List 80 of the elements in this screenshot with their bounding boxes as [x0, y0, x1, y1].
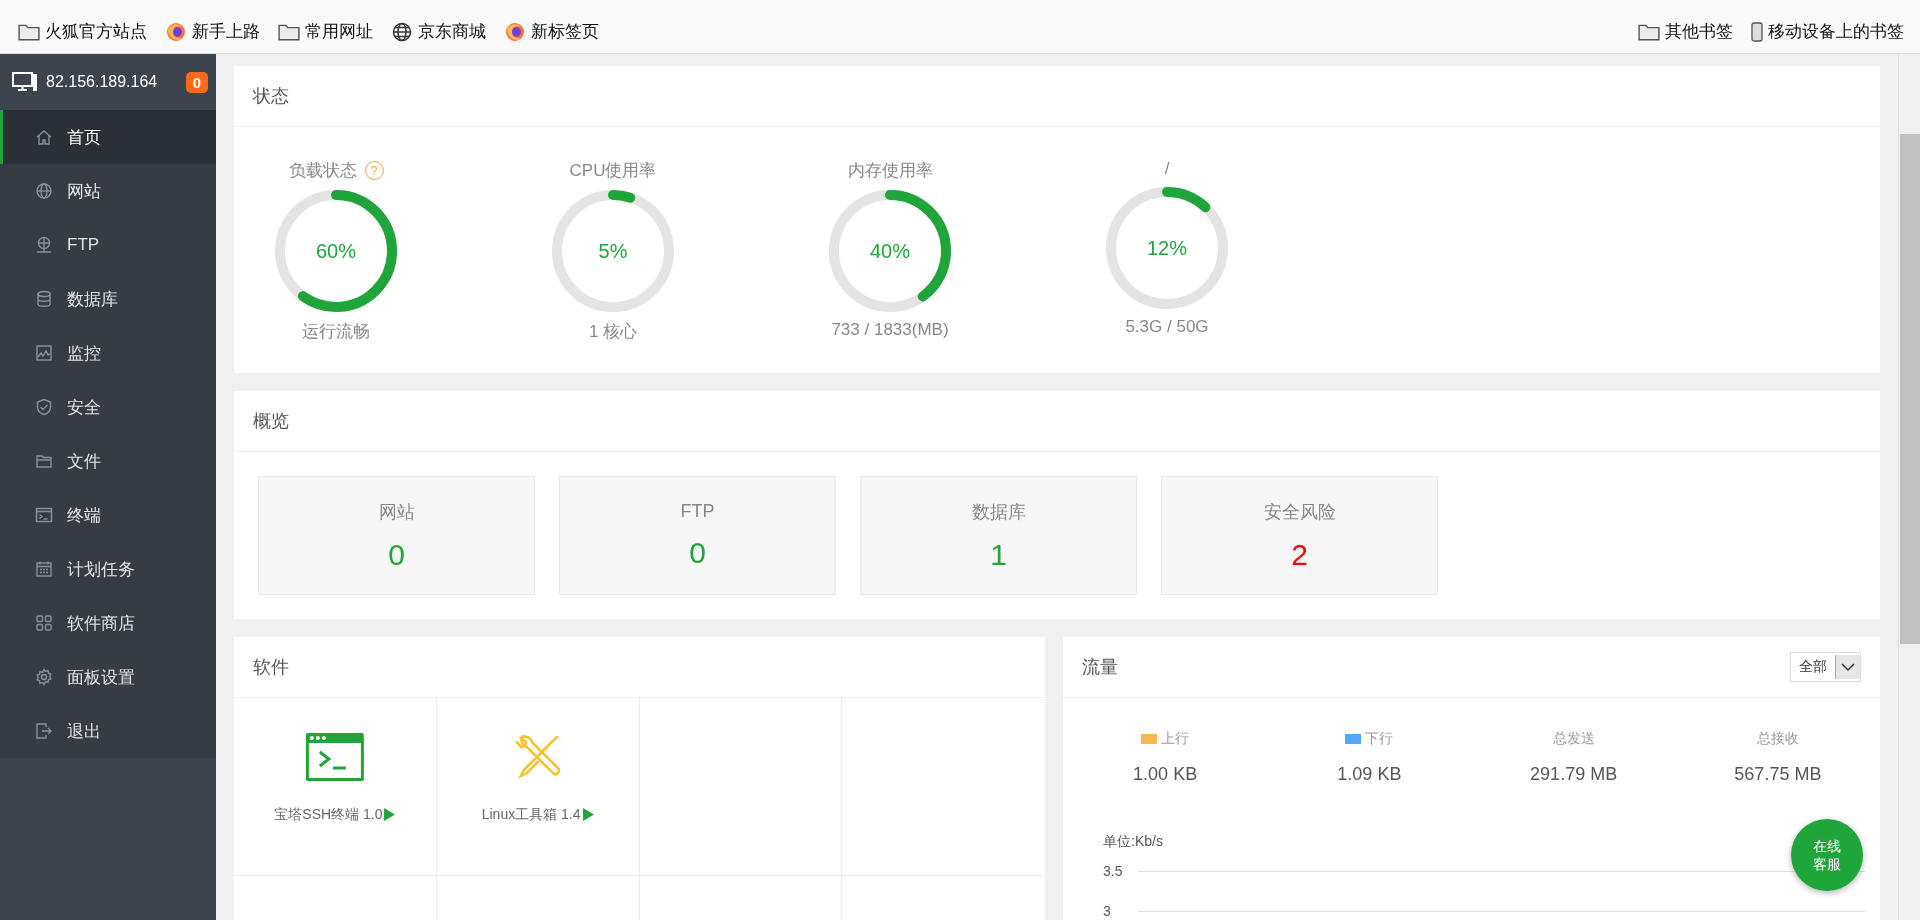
plugin-name[interactable]: Linux工具箱 1.4	[481, 806, 581, 824]
stat-label: 下行	[1365, 730, 1394, 748]
tile-count: 0	[689, 536, 706, 570]
computer-icon	[12, 72, 38, 92]
grid-icon	[35, 614, 53, 632]
bookmark-link[interactable]: 新标签页	[502, 17, 601, 46]
play-icon[interactable]	[384, 808, 396, 821]
stat-value: 1.09 KB	[1337, 764, 1402, 785]
bookmark-link[interactable]: 火狐官方站点	[16, 17, 149, 46]
filter-dropdown[interactable]: 全部	[1790, 652, 1861, 682]
sidebar-item[interactable]: 面板设置	[0, 650, 216, 704]
bookmark-link[interactable]: 京东商城	[389, 17, 488, 46]
sidebar-item[interactable]: FTP	[0, 218, 216, 272]
gauge-caption: 5.3G / 50G	[1125, 317, 1209, 337]
axis-tick-label: 3.5	[1103, 863, 1124, 879]
folder-icon	[35, 452, 53, 470]
tile-label: 网站	[378, 500, 415, 524]
tile-count: 2	[1291, 537, 1308, 572]
gauge-title: /	[1164, 159, 1170, 179]
calendar-icon	[35, 560, 53, 578]
gauge-caption: 运行流畅	[302, 321, 370, 343]
ftp-icon	[35, 236, 53, 254]
home-icon	[35, 128, 53, 146]
gauge-title: 内存使用率	[847, 160, 933, 182]
terminal-icon	[35, 506, 53, 524]
stat-value: 291.79 MB	[1530, 764, 1618, 785]
sidebar-item[interactable]: 退出	[0, 704, 216, 758]
exit-icon	[35, 722, 53, 740]
tile-label: 数据库	[971, 500, 1026, 524]
server-address: 82.156.189.164	[46, 73, 159, 91]
section-title: 概览	[234, 391, 1880, 452]
scrollbar[interactable]	[1898, 54, 1920, 920]
sidebar-item[interactable]: 终端	[0, 488, 216, 542]
sidebar-item[interactable]: 监控	[0, 326, 216, 380]
section-title: 状态	[234, 66, 1880, 127]
gauge-value: 5%	[598, 239, 628, 263]
tile-label: 安全风险	[1263, 500, 1336, 524]
gauge-caption: 733 / 1833(MB)	[831, 320, 949, 340]
overview-tile[interactable]: 安全风险 2	[1161, 476, 1438, 595]
gauge-value: 60%	[316, 239, 356, 263]
caret-icon	[1835, 655, 1860, 679]
stat-label: 总发送	[1552, 730, 1595, 748]
phone-icon	[1751, 21, 1763, 42]
monitor-icon	[35, 344, 53, 362]
gauge-value: 12%	[1147, 236, 1187, 260]
sidebar-item[interactable]: 文件	[0, 434, 216, 488]
axis-unit: 单位:Kb/s	[1103, 833, 1163, 851]
tile-count: 0	[388, 537, 405, 572]
gauge-caption: 1 核心	[588, 321, 638, 343]
axis-tick-label: 3	[1103, 903, 1112, 919]
sidebar-item[interactable]: 网站	[0, 164, 216, 218]
gauge-value: 40%	[870, 239, 910, 263]
globe-icon	[391, 21, 413, 42]
fox-globe-icon	[165, 21, 187, 42]
stat-label: 上行	[1161, 730, 1190, 748]
sidebar-item[interactable]: 数据库	[0, 272, 216, 326]
section-title: 流量	[1082, 656, 1118, 679]
bookmark-link[interactable]: 其他书签	[1636, 17, 1735, 46]
tile-count: 1	[990, 537, 1007, 572]
bookmark-link[interactable]: 移动设备上的书签	[1749, 17, 1906, 46]
stat-value: 567.75 MB	[1734, 764, 1822, 785]
globe-icon	[35, 182, 53, 200]
sidebar-item[interactable]: 首页	[0, 110, 216, 164]
plugin-name[interactable]: 宝塔SSH终端 1.0	[274, 806, 383, 824]
play-icon[interactable]	[582, 808, 594, 821]
bookmark-link[interactable]: 常用网址	[276, 17, 375, 46]
stat-label: 总接收	[1756, 730, 1799, 748]
fox-globe-icon	[504, 21, 526, 42]
gear-icon	[35, 668, 53, 686]
bookmark-link[interactable]: 新手上路	[163, 17, 262, 46]
gauge-title: 负载状态	[288, 160, 357, 182]
tile-label: FTP	[680, 501, 715, 522]
sidebar-item[interactable]: 安全	[0, 380, 216, 434]
gauge-title: CPU使用率	[569, 160, 657, 182]
stat-value: 1.00 KB	[1133, 764, 1198, 785]
sidebar-item[interactable]: 软件商店	[0, 596, 216, 650]
database-icon	[35, 290, 53, 308]
section-title: 软件	[234, 637, 1045, 698]
sidebar-item[interactable]: 计划任务	[0, 542, 216, 596]
shield-icon	[35, 398, 53, 416]
